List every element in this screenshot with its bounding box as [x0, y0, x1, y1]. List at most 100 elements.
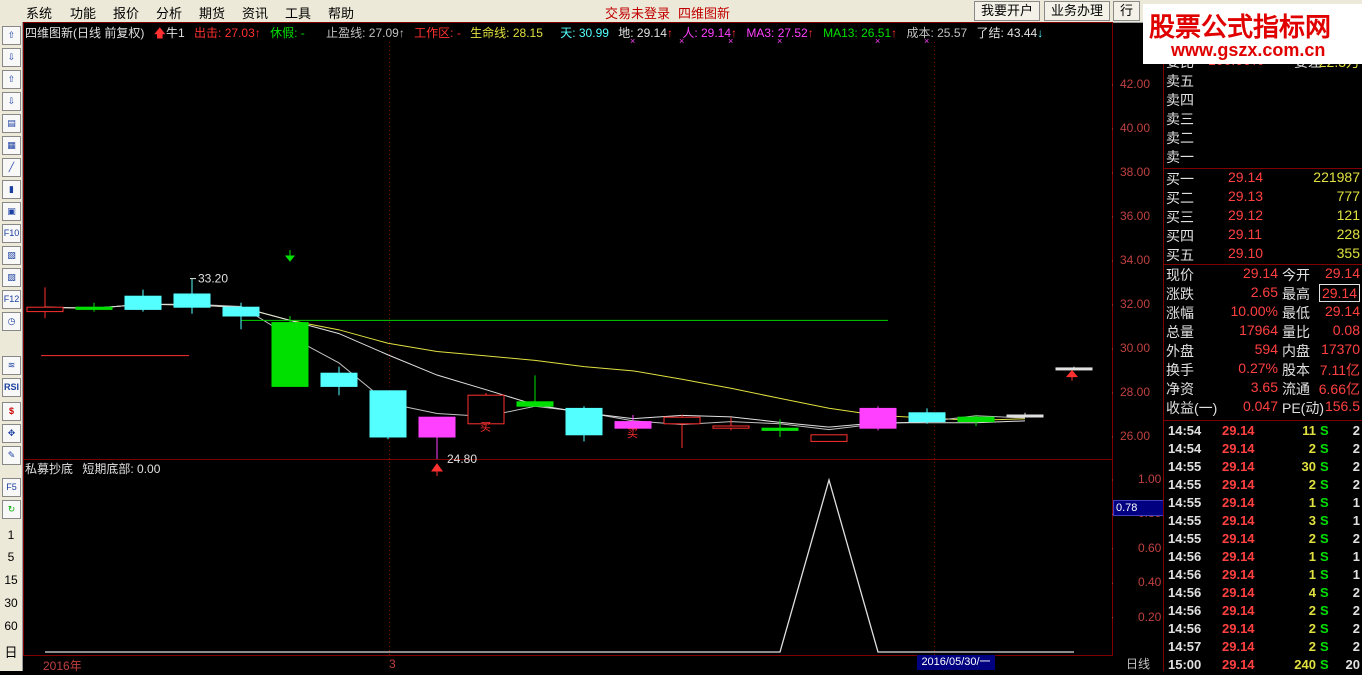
candle-body — [761, 427, 799, 431]
quote-label: 最高 — [1282, 286, 1310, 302]
tick-row[interactable]: 14:57 29.14 2 S 2 — [1166, 639, 1362, 657]
candle — [271, 316, 309, 387]
menu-system[interactable]: 系统 — [26, 3, 52, 22]
quote-label: 净资 — [1166, 381, 1194, 397]
period-5min[interactable]: 5 — [0, 550, 22, 564]
tick-price: 29.14 — [1222, 477, 1255, 492]
candle — [761, 419, 799, 437]
candle-body — [369, 390, 407, 438]
period-day[interactable]: 日 — [0, 642, 22, 661]
open-account-button[interactable]: 我要开户 — [974, 1, 1041, 21]
tick-time: 14:57 — [1168, 639, 1202, 654]
candle-body — [908, 412, 946, 423]
menu-analysis[interactable]: 分析 — [156, 3, 182, 22]
tick-volume: 11 — [1302, 423, 1316, 438]
pencil-icon[interactable]: ✎ — [2, 446, 21, 465]
period-label[interactable]: 日线 — [1126, 655, 1150, 672]
move-icon[interactable]: ✥ — [2, 424, 21, 443]
high-label: 33.20 — [198, 272, 228, 286]
report-icon[interactable]: ▤ — [2, 114, 21, 133]
more-button[interactable]: 行 — [1113, 1, 1141, 21]
quote-value: 29.14 — [1324, 265, 1360, 281]
f10-icon[interactable]: F10 — [2, 224, 21, 243]
menu-futures[interactable]: 期货 — [199, 3, 225, 22]
tick-volume: 2 — [1308, 441, 1316, 456]
tick-row[interactable]: 14:55 29.14 30 S 2 — [1166, 459, 1362, 477]
table-icon[interactable]: ▦ — [2, 136, 21, 155]
tick-volume: 1 — [1308, 567, 1316, 582]
login-status[interactable]: 交易未登录 — [605, 3, 670, 22]
quote-label: 流通 — [1282, 381, 1310, 397]
period-15min[interactable]: 15 — [0, 573, 22, 587]
tick-volume: 2 — [1308, 603, 1316, 618]
tick-row[interactable]: 15:00 29.14 240 S 20 — [1166, 657, 1362, 675]
candle-body — [859, 407, 897, 429]
rsi-icon[interactable]: RSI — [2, 378, 21, 397]
doc-icon[interactable]: ▨ — [2, 268, 21, 287]
tick-row[interactable]: 14:56 29.14 1 S 1 — [1166, 567, 1362, 585]
news-icon[interactable]: ▧ — [2, 246, 21, 265]
menu-quote[interactable]: 报价 — [113, 3, 139, 22]
tick-volume: 2 — [1308, 621, 1316, 636]
menu-function[interactable]: 功能 — [70, 3, 96, 22]
period-1min[interactable]: 1 — [0, 528, 22, 542]
menu-news[interactable]: 资讯 — [242, 3, 268, 22]
quote-label: 量比 — [1282, 324, 1310, 340]
chart-marks: 33.2024.80买买× × × × × × — [190, 36, 1079, 476]
tick-volume: 2 — [1308, 639, 1316, 654]
down-arrow-icon[interactable]: ⇩ — [2, 92, 21, 111]
quote-value: 2.65 — [1250, 284, 1278, 300]
tick-price: 29.14 — [1222, 549, 1255, 564]
f12-icon[interactable]: F12 — [2, 290, 21, 309]
quote-row: 涨幅 10.00% 最低 29.14 — [1166, 303, 1362, 322]
tick-volume: 2 — [1308, 477, 1316, 492]
up-arrow-icon[interactable]: ⇧ — [2, 26, 21, 45]
indicator-series-line — [45, 477, 1074, 653]
tick-row[interactable]: 14:55 29.14 1 S 1 — [1166, 495, 1362, 513]
tick-time: 14:55 — [1168, 495, 1202, 510]
line-chart-icon[interactable]: ╱ — [2, 158, 21, 177]
tick-row[interactable]: 14:55 29.14 2 S 2 — [1166, 531, 1362, 549]
candle-body — [173, 293, 211, 308]
tick-row[interactable]: 14:56 29.14 1 S 1 — [1166, 549, 1362, 567]
down-arrow-icon[interactable]: ⇩ — [2, 48, 21, 67]
buy-volume: 221987 — [1313, 169, 1360, 185]
tick-time: 14:54 — [1168, 423, 1202, 438]
kline-chart[interactable]: 33.2024.80买买× × × × × × — [23, 22, 1113, 658]
f5-icon[interactable]: F5 — [2, 478, 21, 497]
menu-tools[interactable]: 工具 — [285, 3, 311, 22]
tick-volume: 240 — [1294, 657, 1316, 672]
price-tick-label: 30.00 — [1120, 341, 1151, 355]
dollar-icon[interactable]: $ — [2, 402, 21, 421]
tick-row[interactable]: 14:56 29.14 4 S 2 — [1166, 585, 1362, 603]
tick-row[interactable]: 14:56 29.14 2 S 2 — [1166, 621, 1362, 639]
period-30min[interactable]: 30 — [0, 596, 22, 610]
quote-value: 0.047 — [1242, 398, 1278, 414]
liaojie-value: 了结: 43.44↓ — [976, 26, 1044, 40]
left-toolbar: ⇧ ⇩ ⇧ ⇩ ▤ ▦ ╱ ▮ ▣ F10 ▧ ▨ F12 ◷ ≋ RSI $ … — [0, 22, 23, 671]
tian-value: 天: 30.99 — [560, 26, 609, 40]
di-value: 地: 29.14↑ — [618, 26, 673, 40]
buy-row: 买一 29.14 221987 — [1166, 169, 1362, 188]
business-button[interactable]: 业务办理 — [1044, 1, 1111, 21]
multi-chart-icon[interactable]: ≋ — [2, 356, 21, 375]
tick-time: 14:55 — [1168, 513, 1202, 528]
tick-row[interactable]: 14:55 29.14 2 S 2 — [1166, 477, 1362, 495]
tick-price: 29.14 — [1222, 441, 1255, 456]
menu-help[interactable]: 帮助 — [328, 3, 354, 22]
tick-volume: 3 — [1308, 513, 1316, 528]
candle — [712, 417, 750, 431]
indicator-name[interactable]: 私募抄底 — [25, 462, 73, 476]
period-60min[interactable]: 60 — [0, 619, 22, 633]
shengming-value: 生命线: 28.15 — [470, 26, 543, 40]
candle-icon[interactable]: ▮ — [2, 180, 21, 199]
tick-row[interactable]: 14:56 29.14 2 S 2 — [1166, 603, 1362, 621]
tick-row[interactable]: 14:54 29.14 11 S 2 — [1166, 423, 1362, 441]
window-icon[interactable]: ▣ — [2, 202, 21, 221]
clock-icon[interactable]: ◷ — [2, 312, 21, 331]
up-arrow-icon[interactable]: ⇧ — [2, 70, 21, 89]
refresh-icon[interactable]: ↻ — [2, 500, 21, 519]
gongzuoqu-value: 工作区: - — [414, 26, 461, 40]
tick-row[interactable]: 14:54 29.14 2 S 2 — [1166, 441, 1362, 459]
tick-row[interactable]: 14:55 29.14 3 S 1 — [1166, 513, 1362, 531]
